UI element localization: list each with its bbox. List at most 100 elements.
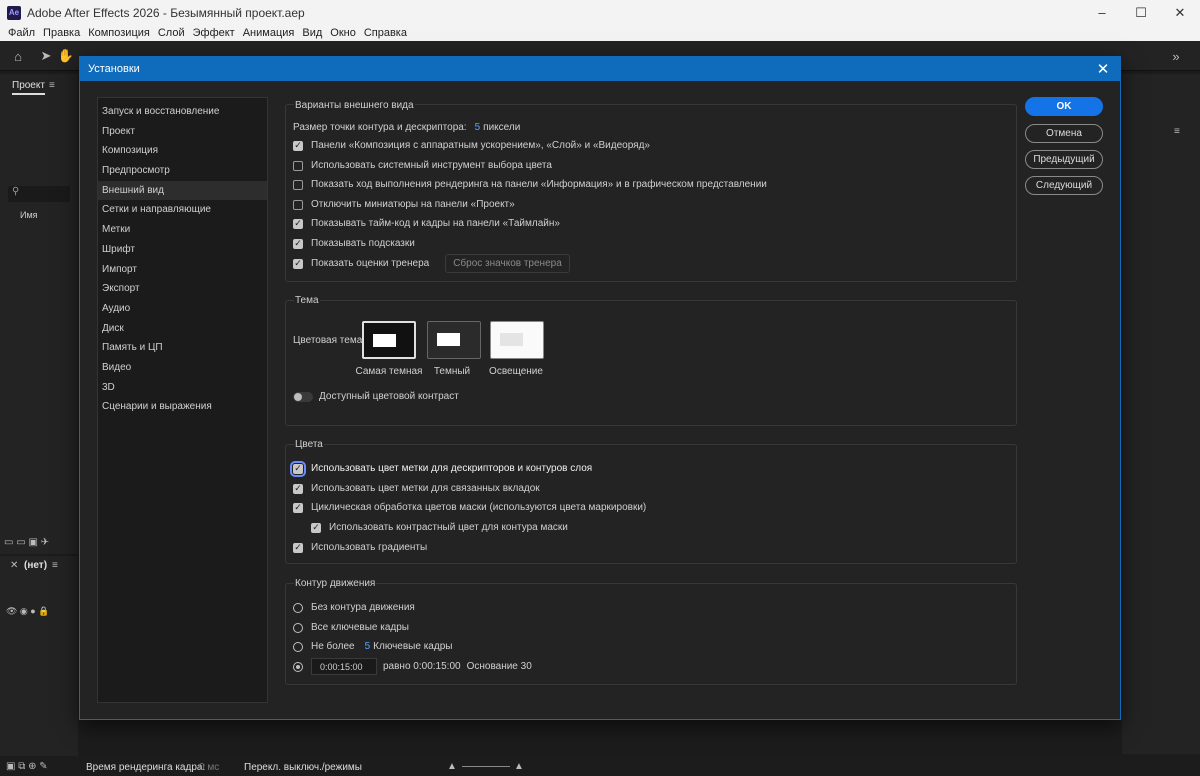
- close-tab-icon[interactable]: ✕: [10, 560, 18, 571]
- panel-menu-icon[interactable]: ≡: [1174, 126, 1180, 137]
- status-icons[interactable]: ▣ ⧉ ⊕ ✎: [6, 761, 48, 772]
- category-audio[interactable]: Аудио: [98, 299, 267, 319]
- category-scripting[interactable]: Сценарии и выражения: [98, 397, 267, 417]
- category-labels[interactable]: Метки: [98, 220, 267, 240]
- option-duration[interactable]: 0:00:15:00 равно 0:00:15:00 Основание 30: [293, 658, 532, 675]
- option-no-motion-path[interactable]: Без контура движения: [293, 602, 415, 613]
- option-coach-marks[interactable]: ✓ Показать оценки тренера Сброс значков т…: [293, 254, 570, 273]
- option-timecode-frames[interactable]: ✓ Показывать тайм-код и кадры на панели «…: [293, 218, 560, 229]
- category-memory[interactable]: Память и ЦП: [98, 338, 267, 358]
- category-project[interactable]: Проект: [98, 122, 267, 142]
- checkbox[interactable]: ✓: [293, 218, 303, 229]
- menu-window[interactable]: Окно: [330, 27, 356, 39]
- option-system-color-picker[interactable]: Использовать системный инструмент выбора…: [293, 160, 552, 171]
- option-label: Использовать контрастный цвет для контур…: [329, 522, 568, 533]
- option-no-more-than[interactable]: Не более 5 Ключевые кадры: [293, 641, 452, 652]
- menu-effect[interactable]: Эффект: [193, 27, 235, 39]
- timecode-input[interactable]: 0:00:15:00: [311, 658, 377, 675]
- category-composition[interactable]: Композиция: [98, 141, 267, 161]
- category-export[interactable]: Экспорт: [98, 279, 267, 299]
- checkbox[interactable]: ✓: [293, 140, 303, 151]
- checkbox[interactable]: ✓: [293, 258, 303, 269]
- category-type[interactable]: Шрифт: [98, 240, 267, 260]
- option-label-color-handles[interactable]: ✓ Использовать цвет метки для дескрипторо…: [290, 460, 593, 477]
- radio[interactable]: [293, 622, 303, 633]
- status-bar: ▣ ⧉ ⊕ ✎ Время рендеринга кадра: 0 мс Пер…: [0, 758, 1200, 776]
- accessible-contrast-row[interactable]: Доступный цветовой контраст: [293, 391, 459, 402]
- checkbox[interactable]: [293, 160, 303, 171]
- radio[interactable]: [293, 661, 303, 672]
- panel-menu-icon[interactable]: ≡: [52, 560, 58, 571]
- hand-tool-icon[interactable]: ✋: [58, 48, 74, 64]
- close-window-button[interactable]: ✕: [1160, 0, 1200, 25]
- toggle-switches-modes[interactable]: Перекл. выключ./режимы: [244, 762, 362, 773]
- theme-light-swatch[interactable]: [490, 321, 544, 359]
- dialog-close-button[interactable]: ✕: [1094, 60, 1112, 78]
- zoom-slider[interactable]: [462, 766, 510, 767]
- option-show-tooltips[interactable]: ✓ Показывать подсказки: [293, 238, 415, 249]
- theme-darkest-swatch[interactable]: [362, 321, 416, 359]
- contrast-toggle[interactable]: [293, 391, 313, 402]
- menu-animation[interactable]: Анимация: [243, 27, 295, 39]
- project-search-input[interactable]: ⚲: [8, 186, 70, 202]
- theme-group: [285, 300, 1017, 426]
- previous-button[interactable]: Предыдущий: [1025, 150, 1103, 169]
- minimize-button[interactable]: –: [1082, 0, 1122, 25]
- theme-dark-swatch[interactable]: [427, 321, 481, 359]
- option-contrast-mask-path[interactable]: ✓ Использовать контрастный цвет для конту…: [311, 522, 568, 533]
- next-button[interactable]: Следующий: [1025, 176, 1103, 195]
- cancel-button[interactable]: Отмена: [1025, 124, 1103, 143]
- menu-layer[interactable]: Слой: [158, 27, 185, 39]
- home-icon[interactable]: ⌂: [10, 48, 26, 64]
- contrast-label: Доступный цветовой контраст: [319, 391, 459, 402]
- expand-panels-icon[interactable]: »: [1168, 48, 1184, 64]
- option-label: Использовать цвет метки для дескрипторов…: [311, 463, 593, 474]
- handle-size-value[interactable]: 5: [475, 122, 481, 133]
- option-cycle-mask-colors[interactable]: ✓ Циклическая обработка цветов маски (исп…: [293, 502, 646, 513]
- option-label-color-tabs[interactable]: ✓ Использовать цвет метки для связанных в…: [293, 483, 540, 494]
- radio[interactable]: [293, 602, 303, 613]
- menu-edit[interactable]: Правка: [43, 27, 80, 39]
- interpret-footage-icon[interactable]: ▭ ▭ ▣ ✈: [4, 537, 49, 548]
- menu-composition[interactable]: Композиция: [88, 27, 150, 39]
- selection-tool-icon[interactable]: ➤: [38, 48, 54, 64]
- option-use-gradients[interactable]: ✓ Использовать градиенты: [293, 542, 427, 553]
- tab-project[interactable]: Проект: [12, 80, 45, 95]
- checkbox[interactable]: [293, 199, 303, 210]
- checkbox[interactable]: [293, 179, 303, 190]
- category-3d[interactable]: 3D: [98, 378, 267, 398]
- checkbox[interactable]: ✓: [311, 522, 321, 533]
- appearance-group-title: Варианты внешнего вида: [294, 100, 415, 111]
- menu-view[interactable]: Вид: [302, 27, 322, 39]
- category-disk[interactable]: Диск: [98, 319, 267, 339]
- panel-menu-icon[interactable]: ≡: [49, 80, 55, 91]
- option-label: Не более: [311, 641, 355, 652]
- checkbox[interactable]: ✓: [293, 502, 303, 513]
- category-video[interactable]: Видео: [98, 358, 267, 378]
- checkbox[interactable]: ✓: [293, 542, 303, 553]
- radio[interactable]: [293, 641, 303, 652]
- category-import[interactable]: Импорт: [98, 260, 267, 280]
- zoom-out-icon[interactable]: ▲: [447, 761, 457, 772]
- menu-help[interactable]: Справка: [364, 27, 407, 39]
- category-startup[interactable]: Запуск и восстановление: [98, 102, 267, 122]
- option-gpu-panels[interactable]: ✓ Панели «Композиция с аппаратным ускорен…: [293, 140, 650, 151]
- option-render-progress[interactable]: Показать ход выполнения рендеринга на па…: [293, 179, 767, 190]
- category-appearance[interactable]: Внешний вид: [98, 180, 267, 201]
- checkbox[interactable]: ✓: [293, 483, 303, 494]
- tab-comp-none[interactable]: (нет): [24, 560, 47, 571]
- ok-button[interactable]: OK: [1025, 97, 1103, 116]
- category-preview[interactable]: Предпросмотр: [98, 161, 267, 181]
- option-all-keyframes[interactable]: Все ключевые кадры: [293, 622, 409, 633]
- max-keyframes-value[interactable]: 5: [365, 641, 371, 652]
- reset-coach-marks-button[interactable]: Сброс значков тренера: [445, 254, 570, 273]
- zoom-in-icon[interactable]: ▲: [514, 761, 524, 772]
- checkbox[interactable]: ✓: [293, 238, 303, 249]
- option-disable-thumbnails[interactable]: Отключить миниатюры на панели «Проект»: [293, 199, 515, 210]
- checkbox[interactable]: ✓: [290, 460, 306, 477]
- menu-file[interactable]: Файл: [8, 27, 35, 39]
- layer-switches-icon[interactable]: 👁 ◉ ● 🔒: [6, 606, 49, 617]
- option-label: Отключить миниатюры на панели «Проект»: [311, 199, 515, 210]
- category-grids-guides[interactable]: Сетки и направляющие: [98, 200, 267, 220]
- maximize-button[interactable]: ☐: [1121, 0, 1161, 25]
